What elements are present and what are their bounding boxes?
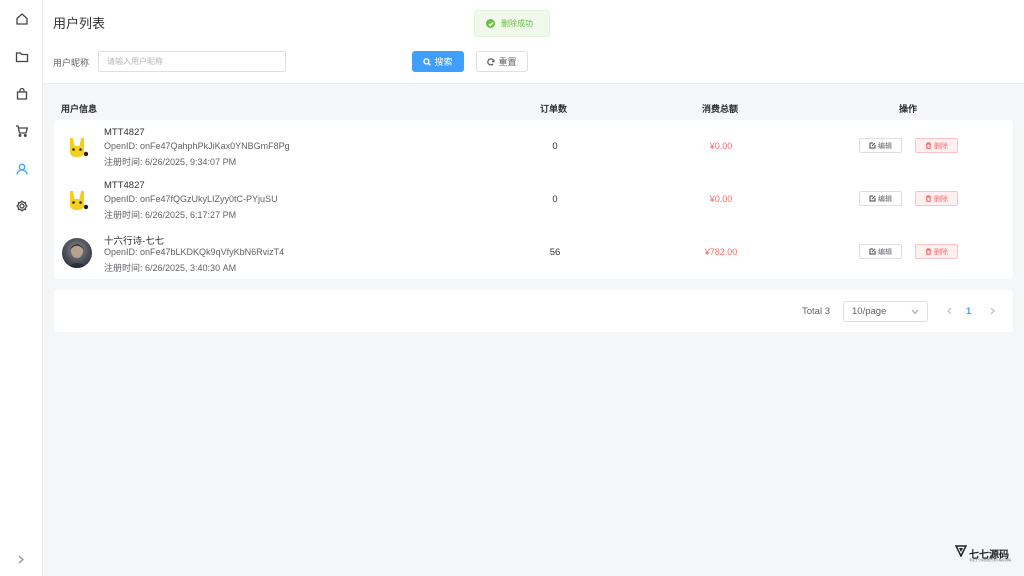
watermark-subtext: 专注于分享优质开源小程序源码: [969, 558, 1012, 562]
prev-page-button[interactable]: [944, 305, 954, 317]
watermark: 七七源码 专注于分享优质开源小程序源码: [954, 544, 1012, 562]
delete-button-label: 删除: [934, 248, 948, 256]
page-title: 用户列表: [53, 16, 106, 31]
filter-header: 用户列表 删除成功 用户昵称 搜索 重置: [43, 0, 1024, 84]
reset-button-label: 重置: [498, 57, 517, 67]
table-row: MTT4827 OpenID: onFe47QahphPkJiKax0YNBGm…: [54, 120, 1013, 173]
user-nickname: MTT4827: [104, 127, 145, 138]
user-registered-time: 注册时间: 6/26/2025, 6:17:27 PM: [104, 210, 237, 220]
total-spend: ¥0.00: [709, 194, 733, 204]
order-count: 56: [549, 247, 561, 258]
user-openid: OpenID: onFe47QahphPkJiKax0YNBGmF8Pg: [104, 141, 290, 151]
page-size-value: 10/page: [852, 306, 887, 317]
edit-button-label: 编辑: [878, 142, 892, 150]
edit-button[interactable]: 编辑: [859, 138, 902, 153]
cart-icon[interactable]: [14, 123, 30, 139]
sidebar: [0, 0, 43, 576]
total-spend: ¥0.00: [709, 141, 733, 151]
trash-icon: [926, 195, 931, 202]
user-nickname: MTT4827: [104, 180, 145, 191]
success-toast: 删除成功: [474, 10, 550, 37]
user-openid: OpenID: onFe47bLKDKQk9qVfyKbN6RvizT4: [104, 247, 285, 257]
chevron-right-icon: [18, 555, 24, 563]
trash-icon: [926, 142, 931, 149]
watermark-logo-icon: [954, 544, 968, 562]
total-count: Total 3: [802, 306, 830, 317]
pagination: Total 3 10/page 1: [54, 290, 1013, 332]
column-actions: 操作: [899, 104, 918, 114]
delete-button-label: 删除: [934, 195, 948, 203]
chevron-right-icon: [990, 307, 995, 315]
table-row: MTT4827 OpenID: onFe47fQGzUkyLIZyy0tC-PY…: [54, 173, 1013, 226]
delete-button-label: 删除: [934, 142, 948, 150]
trash-icon: [926, 248, 931, 255]
reset-button[interactable]: 重置: [476, 51, 528, 72]
table-row: 十六行诗-七七 OpenID: onFe47bLKDKQk9qVfyKbN6Rv…: [54, 226, 1013, 279]
delete-button[interactable]: 删除: [915, 244, 958, 259]
user-registered-time: 注册时间: 6/26/2025, 3:40:30 AM: [104, 263, 237, 273]
page-number-current[interactable]: 1: [966, 306, 971, 317]
chevron-down-icon: [911, 309, 919, 315]
check-circle-icon: [486, 19, 495, 28]
toast-message: 删除成功: [501, 19, 533, 28]
nickname-label: 用户昵称: [53, 58, 90, 68]
order-count: 0: [552, 194, 558, 205]
edit-icon: [869, 248, 876, 255]
chevron-left-icon: [946, 307, 951, 315]
bag-icon[interactable]: [14, 86, 30, 102]
edit-button-label: 编辑: [878, 248, 892, 256]
column-total-spend: 消费总额: [702, 104, 739, 114]
table-header: 用户信息 订单数 消费总额 操作: [54, 94, 1013, 120]
edit-icon: [869, 142, 876, 149]
delete-button[interactable]: 删除: [915, 138, 958, 153]
folder-icon[interactable]: [14, 49, 30, 65]
avatar: [62, 132, 92, 162]
column-user-info: 用户信息: [61, 104, 98, 114]
nickname-search-input[interactable]: [98, 51, 286, 72]
user-icon[interactable]: [14, 161, 30, 177]
edit-button[interactable]: 编辑: [859, 244, 902, 259]
home-icon[interactable]: [14, 11, 30, 27]
column-orders: 订单数: [540, 104, 568, 114]
refresh-icon: [487, 57, 495, 66]
user-openid: OpenID: onFe47fQGzUkyLIZyy0tC-PYjuSU: [104, 194, 278, 204]
sidebar-expand-button[interactable]: [14, 552, 28, 566]
next-page-button[interactable]: [987, 305, 997, 317]
avatar: [62, 185, 92, 215]
avatar: [62, 238, 92, 268]
edit-button[interactable]: 编辑: [859, 191, 902, 206]
delete-button[interactable]: 删除: [915, 191, 958, 206]
search-button-label: 搜索: [434, 57, 453, 67]
search-icon: [423, 57, 432, 66]
user-table: 用户信息 订单数 消费总额 操作 MTT4827 OpenID: onFe47Q…: [54, 94, 1013, 279]
edit-icon: [869, 195, 876, 202]
total-spend: ¥782.00: [704, 247, 738, 257]
user-nickname: 十六行诗-七七: [104, 236, 165, 247]
user-registered-time: 注册时间: 6/26/2025, 9:34:07 PM: [104, 157, 237, 167]
order-count: 0: [552, 141, 558, 152]
gear-icon[interactable]: [14, 198, 30, 214]
page-size-select[interactable]: 10/page: [843, 301, 928, 322]
search-button[interactable]: 搜索: [412, 51, 464, 72]
edit-button-label: 编辑: [878, 195, 892, 203]
table-body: MTT4827 OpenID: onFe47QahphPkJiKax0YNBGm…: [54, 120, 1013, 279]
